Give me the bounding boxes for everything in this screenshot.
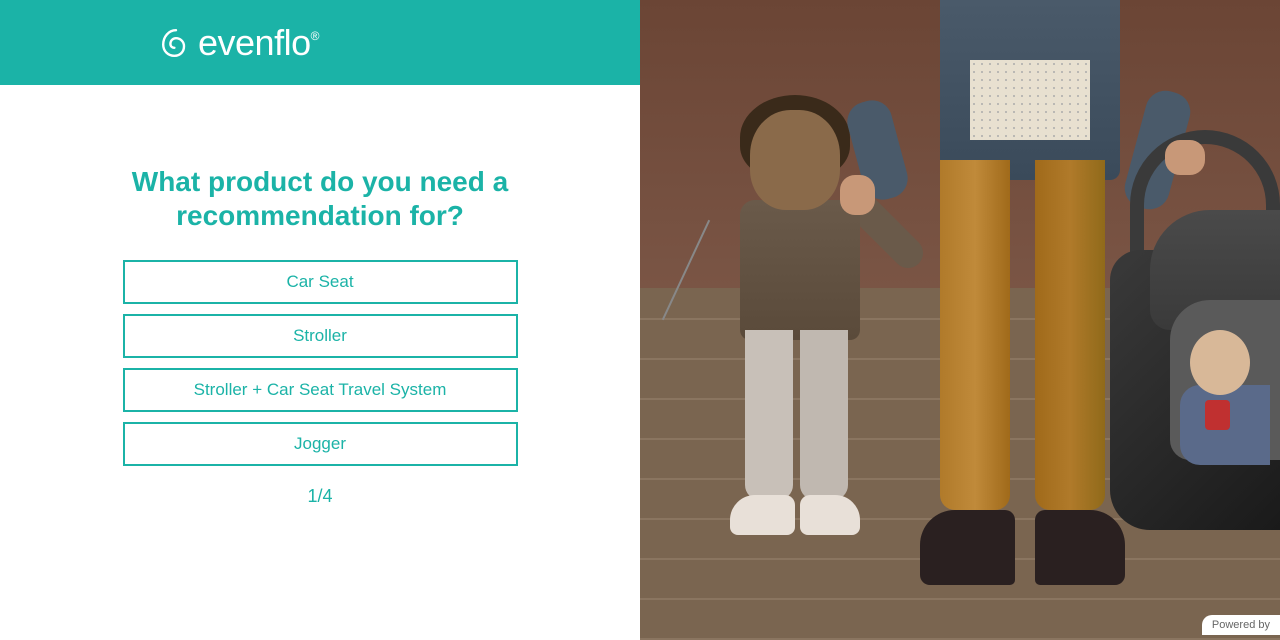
quiz-progress: 1/4 — [307, 486, 332, 507]
header: evenflo® — [0, 0, 640, 85]
brand-logo[interactable]: evenflo® — [160, 22, 319, 64]
option-jogger[interactable]: Jogger — [123, 422, 518, 466]
powered-by-badge[interactable]: Powered by — [1202, 615, 1280, 635]
option-stroller[interactable]: Stroller — [123, 314, 518, 358]
hero-image: Powered by — [640, 0, 1280, 640]
option-car-seat[interactable]: Car Seat — [123, 260, 518, 304]
brand-name: evenflo® — [198, 22, 319, 64]
evenflo-logo-icon — [160, 27, 192, 59]
quiz-question: What product do you need a recommendatio… — [80, 165, 560, 232]
quiz-content: What product do you need a recommendatio… — [0, 85, 640, 640]
left-panel: evenflo® What product do you need a reco… — [0, 0, 640, 640]
quiz-options: Car Seat Stroller Stroller + Car Seat Tr… — [123, 260, 518, 466]
option-travel-system[interactable]: Stroller + Car Seat Travel System — [123, 368, 518, 412]
